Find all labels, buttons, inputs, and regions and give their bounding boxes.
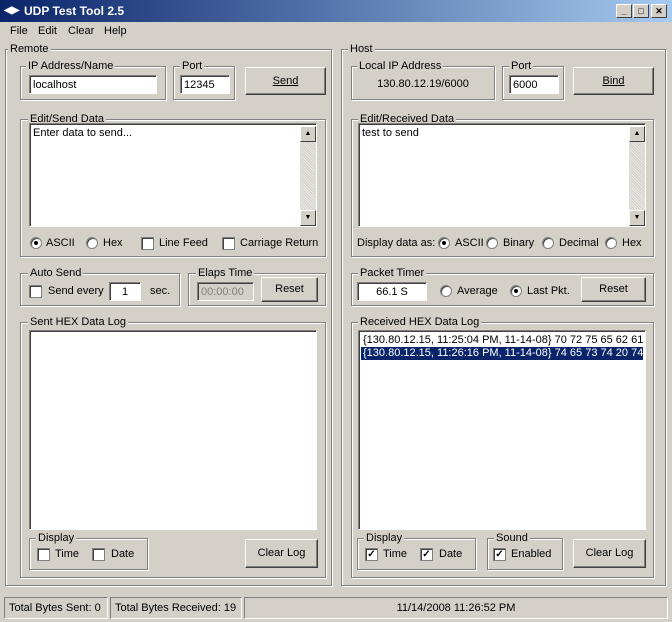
line-feed-label: Line Feed <box>159 237 208 249</box>
display-as-label: Display data as: <box>357 237 436 249</box>
recv-decimal-radio[interactable] <box>542 237 554 249</box>
elaps-time-display: 00:00:00 <box>197 282 254 301</box>
sound-enabled-label: Enabled <box>511 548 552 560</box>
sound-label: Sound <box>494 532 530 544</box>
ip-label: IP Address/Name <box>26 60 116 72</box>
carriage-return-label: Carriage Return <box>240 237 319 249</box>
recv-clear-log-label: Clear Log <box>585 547 634 559</box>
sent-log-list[interactable] <box>29 330 317 530</box>
recv-hex-radio[interactable] <box>605 237 617 249</box>
send-every-label: Send every <box>48 285 104 297</box>
recv-display-label: Display <box>364 532 405 544</box>
scroll-down-arrow-icon[interactable]: ▼ <box>300 210 316 226</box>
send-every-checkbox[interactable] <box>29 285 42 298</box>
sent-clear-log-label: Clear Log <box>257 547 306 559</box>
sent-time-checkbox[interactable] <box>37 548 50 561</box>
packet-timer-display: 66.1 S <box>357 282 427 301</box>
recv-data-scrollbar[interactable]: ▲ ▼ <box>629 126 645 226</box>
send-ascii-radio[interactable] <box>30 237 42 249</box>
packet-timer-label: Packet Timer <box>358 267 427 279</box>
host-port-input[interactable]: 6000 <box>509 75 559 94</box>
average-radio[interactable] <box>440 285 452 297</box>
recv-log-line-selected[interactable]: {130.80.12.15, 11:26:16 PM, 11-14-08} 74… <box>360 346 644 361</box>
local-ip-label: Local IP Address <box>357 60 444 72</box>
recv-time-checkbox[interactable]: ✓ <box>365 548 378 561</box>
send-hex-label: Hex <box>103 237 123 249</box>
sent-date-checkbox[interactable] <box>92 548 105 561</box>
send-data-scrollbar[interactable]: ▲ ▼ <box>300 126 316 226</box>
line-feed-checkbox[interactable] <box>141 237 154 250</box>
send-ascii-label: ASCII <box>46 237 75 249</box>
status-bytes-sent: Total Bytes Sent: 0 <box>4 597 108 619</box>
remote-port-label: Port <box>180 60 205 72</box>
average-label: Average <box>457 285 498 297</box>
status-bytes-received: Total Bytes Received: 19 <box>110 597 242 619</box>
recv-data-textarea[interactable]: test to send ▲ ▼ <box>358 123 646 227</box>
sent-display-label: Display <box>36 532 77 544</box>
recv-binary-radio[interactable] <box>486 237 498 249</box>
scroll-up-arrow-icon[interactable]: ▲ <box>629 126 645 142</box>
elaps-reset-button[interactable]: Reset <box>261 277 318 302</box>
local-ip-value: 130.80.12.19/6000 <box>377 78 469 90</box>
scroll-up-arrow-icon[interactable]: ▲ <box>300 126 316 142</box>
status-datetime: 11/14/2008 11:26:52 PM <box>244 597 668 619</box>
recv-hex-label: Hex <box>622 237 642 249</box>
send-button-label: Send <box>272 75 299 87</box>
last-pkt-label: Last Pkt. <box>527 285 570 297</box>
maximize-button[interactable]: □ <box>633 4 649 18</box>
recv-log-list[interactable]: {130.80.12.15, 11:25:04 PM, 11-14-08} 70… <box>358 330 646 530</box>
recv-data-text: test to send <box>362 127 419 139</box>
menu-file[interactable]: File <box>10 25 28 37</box>
recv-decimal-label: Decimal <box>559 237 599 249</box>
bind-button-label: Bind <box>602 75 625 87</box>
recv-date-label: Date <box>439 548 463 560</box>
recv-ascii-label: ASCII <box>455 237 484 249</box>
close-button[interactable]: ✕ <box>651 4 667 18</box>
recv-binary-label: Binary <box>503 237 535 249</box>
sent-date-label: Date <box>111 548 135 560</box>
recv-time-label: Time <box>383 548 408 560</box>
window-title: UDP Test Tool 2.5 <box>24 4 125 18</box>
minimize-button[interactable]: _ <box>616 4 632 18</box>
packet-reset-label: Reset <box>599 283 628 295</box>
host-port-label: Port <box>509 60 534 72</box>
recv-log-line[interactable]: {130.80.12.15, 11:25:04 PM, 11-14-08} 70… <box>361 334 643 347</box>
carriage-return-checkbox[interactable] <box>222 237 235 250</box>
elaps-time-label: Elaps Time <box>196 267 255 279</box>
scroll-down-arrow-icon[interactable]: ▼ <box>629 210 645 226</box>
menu-clear[interactable]: Clear <box>68 25 94 37</box>
last-pkt-radio[interactable] <box>510 285 522 297</box>
menu-edit[interactable]: Edit <box>38 25 57 37</box>
remote-label: Remote <box>8 43 51 55</box>
sent-clear-log-button[interactable]: Clear Log <box>245 539 318 568</box>
bind-button[interactable]: Bind <box>573 67 654 95</box>
recv-date-checkbox[interactable]: ✓ <box>420 548 433 561</box>
ip-address-input[interactable]: localhost <box>29 75 157 94</box>
send-every-input[interactable]: 1 <box>109 282 141 301</box>
packet-reset-button[interactable]: Reset <box>581 277 646 302</box>
recv-ascii-radio[interactable] <box>438 237 450 249</box>
sent-log-label: Sent HEX Data Log <box>28 316 129 328</box>
recv-log-label: Received HEX Data Log <box>358 316 482 328</box>
title-bar: ◀▶ UDP Test Tool 2.5 _ □ ✕ <box>0 0 672 22</box>
send-hex-radio[interactable] <box>86 237 98 249</box>
menu-bar: File Edit Clear Help <box>0 22 672 41</box>
auto-send-label: Auto Send <box>28 267 84 279</box>
sec-label: sec. <box>150 285 171 297</box>
sent-time-label: Time <box>55 548 80 560</box>
menu-help[interactable]: Help <box>104 25 127 37</box>
send-data-text: Enter data to send... <box>33 127 133 139</box>
app-icon: ◀▶ <box>4 5 20 16</box>
recv-clear-log-button[interactable]: Clear Log <box>573 539 646 568</box>
sound-enabled-checkbox[interactable]: ✓ <box>493 548 506 561</box>
host-label: Host <box>348 43 375 55</box>
send-data-textarea[interactable]: Enter data to send... ▲ ▼ <box>29 123 317 227</box>
remote-port-input[interactable]: 12345 <box>180 75 230 94</box>
send-button[interactable]: Send <box>245 67 326 95</box>
elaps-reset-label: Reset <box>275 283 304 295</box>
